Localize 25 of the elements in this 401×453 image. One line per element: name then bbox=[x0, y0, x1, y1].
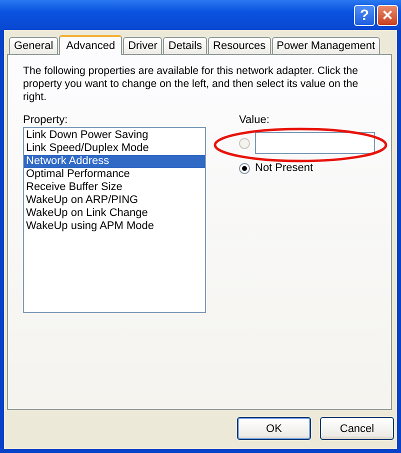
ok-button[interactable]: OK bbox=[237, 417, 311, 440]
list-item[interactable]: WakeUp on Link Change bbox=[24, 207, 205, 220]
list-item[interactable]: WakeUp on ARP/PING bbox=[24, 194, 205, 207]
tab[interactable]: Power Management bbox=[272, 37, 380, 54]
list-item[interactable]: WakeUp using APM Mode bbox=[24, 220, 205, 233]
list-item[interactable]: Link Speed/Duplex Mode bbox=[24, 142, 205, 155]
tab[interactable]: Driver bbox=[123, 37, 162, 54]
value-label: Value: bbox=[239, 114, 270, 128]
description-text: The following properties are available for this network adapter. Click the property you want to change on the left, and then select its value on the right. bbox=[23, 65, 360, 104]
list-item[interactable]: Receive Buffer Size bbox=[24, 181, 205, 194]
tab[interactable]: Advanced bbox=[59, 35, 122, 55]
radio-button[interactable] bbox=[239, 138, 250, 148]
tab[interactable]: General bbox=[9, 37, 58, 54]
list-item[interactable]: Optimal Performance bbox=[24, 168, 205, 181]
cancel-button[interactable]: Cancel bbox=[320, 417, 394, 440]
tab[interactable]: Details bbox=[163, 37, 208, 54]
radio-label: Not Present bbox=[255, 162, 314, 174]
radio-button[interactable] bbox=[239, 162, 250, 174]
property-label: Property: bbox=[23, 114, 69, 128]
tab[interactable]: Resources bbox=[208, 37, 271, 54]
help-button[interactable]: ? bbox=[354, 4, 375, 26]
list-item[interactable]: Network Address bbox=[24, 155, 205, 168]
list-item[interactable]: Link Down Power Saving bbox=[24, 129, 205, 142]
value-field[interactable] bbox=[255, 132, 375, 154]
property-list[interactable]: Link Down Power Saving Link Speed/Duplex Mode Network Address Optimal Performance Receive Buffer Size WakeUp on ARP/PING WakeUp on Link Change WakeUp using APM Mode bbox=[23, 127, 206, 313]
